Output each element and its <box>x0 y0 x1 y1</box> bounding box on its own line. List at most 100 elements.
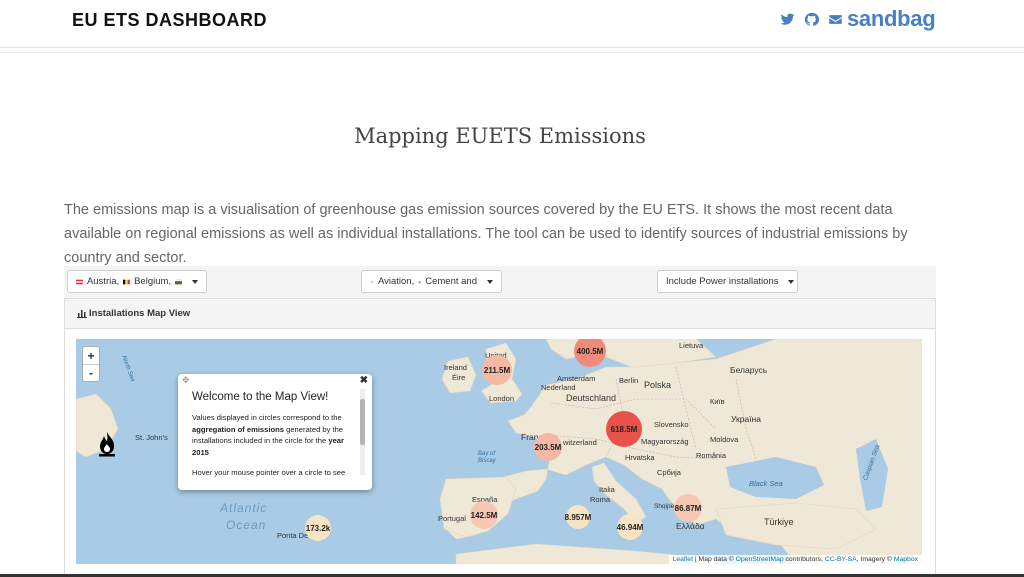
close-icon[interactable]: ✖ <box>360 375 368 386</box>
mapbox-link[interactable]: Mapbox <box>894 556 918 563</box>
map-label: London <box>489 394 515 403</box>
map-label: Ireland <box>444 363 467 372</box>
bulgaria-flag-icon <box>175 279 182 284</box>
country-select-first: Austria, <box>86 276 120 287</box>
zoom-in-button[interactable]: + <box>83 347 99 364</box>
zoom-out-button[interactable]: - <box>83 364 99 381</box>
chevron-down-icon <box>788 279 795 284</box>
map-label: Київ <box>710 397 725 406</box>
attribution-text: | Map data © <box>692 556 736 563</box>
cluster-value: 618.5M <box>610 424 638 434</box>
sandbag-logo[interactable]: sandbag <box>847 6 936 32</box>
cement-icon <box>418 280 421 283</box>
emission-cluster[interactable]: 173.2k <box>305 515 331 541</box>
map-label: Éire <box>452 373 466 382</box>
cluster-value: 211.5M <box>483 365 511 375</box>
installations-map[interactable]: + - United Ireland Éire London Nederland… <box>76 339 922 564</box>
map-label: Ocean <box>226 518 267 532</box>
popup-body: Values displayed in circles correspond t… <box>192 412 350 479</box>
welcome-popup: ✥ ✖ Welcome to the Map View! Values disp… <box>178 374 372 490</box>
top-navbar: EU ETS DASHBOARD sandbag <box>0 0 1024 48</box>
map-label: Nederland <box>541 383 576 392</box>
panel-title: Installations Map View <box>77 308 190 319</box>
social-links <box>780 12 843 27</box>
map-label: Italia <box>599 485 615 494</box>
page-title: Mapping EUETS Emissions <box>354 124 646 148</box>
filter-toolbar: Austria, Belgium, Aviation, Cement and I… <box>64 266 936 300</box>
map-label: St. John's <box>135 433 168 442</box>
chevron-down-icon <box>192 279 198 284</box>
mail-icon[interactable] <box>828 12 843 27</box>
popup-text: Hover your mouse pointer over a circle t… <box>192 468 346 477</box>
airplane-icon <box>370 280 374 283</box>
cluster-value: 46.94M <box>616 522 644 532</box>
brand-title[interactable]: EU ETS DASHBOARD <box>72 10 267 31</box>
osm-link[interactable]: OpenStreetMap <box>736 556 784 563</box>
panel-title-text: Installations Map View <box>89 308 191 319</box>
panel-header: Installations Map View <box>65 299 935 329</box>
map-label: Black Sea <box>749 479 783 488</box>
cluster-value: 8.957M <box>564 512 592 522</box>
map-label: Україна <box>731 414 761 424</box>
map-label: Hrvatska <box>625 453 655 462</box>
emission-cluster[interactable]: 142.5M <box>470 501 498 529</box>
sector-select-first: Aviation, <box>377 276 415 287</box>
country-select-second: Belgium, <box>134 276 172 287</box>
popup-scroll-thumb[interactable] <box>360 399 365 445</box>
emission-cluster[interactable]: 211.5M <box>482 355 512 385</box>
popup-scrollbar[interactable] <box>360 389 365 475</box>
map-label: Polska <box>644 380 672 390</box>
cluster-value: 203.5M <box>534 442 562 452</box>
cluster-value: 86.87M <box>674 503 702 513</box>
map-label: Amsterdam <box>557 374 596 383</box>
zoom-control: + - <box>82 346 100 382</box>
emission-cluster[interactable]: 618.5M <box>606 411 642 447</box>
attribution-text: , Imagery © <box>856 556 894 563</box>
map-label: witzerland <box>563 438 597 447</box>
country-select[interactable]: Austria, Belgium, <box>67 270 207 293</box>
map-label: Lietuva <box>679 341 704 350</box>
intro-paragraph: The emissions map is a visualisation of … <box>64 202 908 266</box>
sector-select-second: Cement and <box>425 276 477 287</box>
header-divider <box>0 52 1024 53</box>
map-label: Беларусь <box>730 365 768 375</box>
map-attribution: Leaflet | Map data © OpenStreetMap contr… <box>668 555 922 564</box>
move-icon[interactable]: ✥ <box>182 375 190 386</box>
popup-title: Welcome to the Map View! <box>192 391 329 403</box>
cluster-value: 173.2k <box>305 523 331 533</box>
belgium-flag-icon <box>123 279 131 284</box>
github-icon[interactable] <box>804 12 819 27</box>
power-installations-label: Include Power installations <box>666 276 779 287</box>
map-label: Ελλάδα <box>676 521 705 531</box>
map-label: Србија <box>657 468 681 477</box>
bar-chart-icon <box>77 310 87 318</box>
cluster-value: 142.5M <box>470 510 498 520</box>
popup-text: Values displayed in circles correspond t… <box>192 413 342 422</box>
map-label: Magyarország <box>641 437 689 446</box>
map-label: Slovensko <box>654 420 689 429</box>
austria-flag-icon <box>76 279 83 284</box>
leaflet-link[interactable]: Leaflet <box>673 556 693 563</box>
twitter-icon[interactable] <box>780 12 795 27</box>
flame-marker-icon[interactable] <box>96 431 118 457</box>
emission-cluster[interactable]: 86.87M <box>674 494 702 522</box>
emission-cluster[interactable]: 8.957M <box>564 505 592 529</box>
sector-select[interactable]: Aviation, Cement and <box>361 270 502 293</box>
chevron-down-icon <box>487 279 493 284</box>
map-label: Ponta De <box>277 531 309 540</box>
map-label: Bay of Biscay <box>478 451 496 464</box>
map-label: Atlantic <box>220 501 268 515</box>
map-label: Türkiye <box>764 517 794 527</box>
map-label: Portugal <box>438 514 466 523</box>
license-link[interactable]: CC-BY-SA <box>825 556 857 563</box>
power-installations-select[interactable]: Include Power installations <box>657 270 798 293</box>
map-label: Moldova <box>710 435 739 444</box>
emission-cluster[interactable]: 203.5M <box>534 433 562 461</box>
emission-cluster[interactable]: 46.94M <box>617 514 643 540</box>
attribution-text: contributors, <box>783 556 825 563</box>
popup-text-bold: aggregation of emissions <box>192 424 284 434</box>
map-label: Roma <box>590 495 611 504</box>
map-label: Berlin <box>619 376 639 385</box>
map-label: România <box>696 451 727 460</box>
map-label: Deutschland <box>566 393 617 403</box>
